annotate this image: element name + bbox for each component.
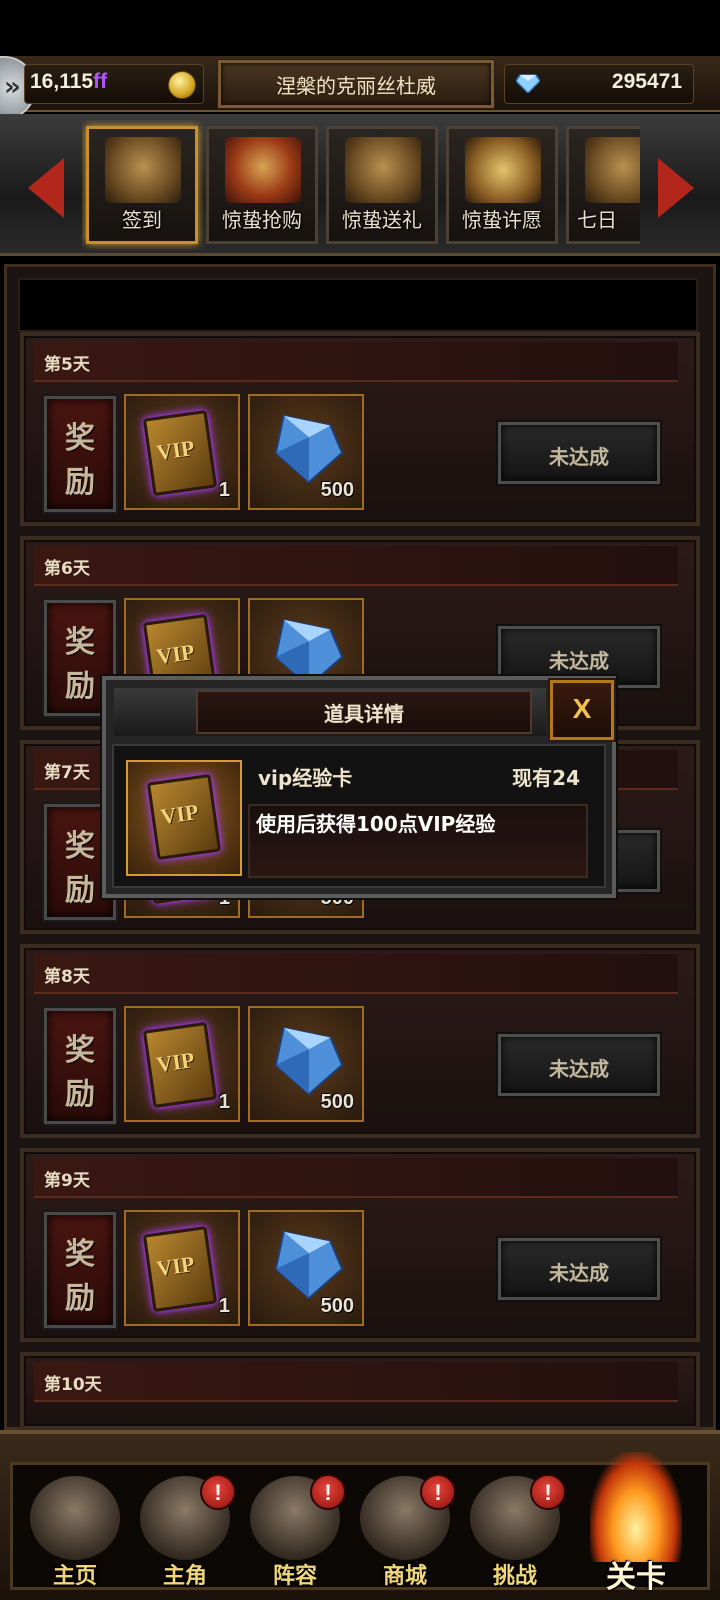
gold-coin-icon — [168, 71, 196, 99]
diamond-icon — [274, 1026, 344, 1096]
item-owned-count: 现有24 — [512, 766, 580, 790]
vip-card-slot[interactable]: VIP 1 — [124, 1006, 240, 1122]
compass-icon — [225, 137, 301, 203]
gold-amount-suffix: ff — [93, 70, 108, 93]
dialog-item-slot: VIP — [126, 760, 242, 876]
claim-status-button[interactable]: 未达成 — [496, 420, 662, 486]
nav-formation[interactable]: ! 阵容 — [240, 1472, 350, 1590]
tab-scroll-left-icon[interactable] — [28, 158, 64, 218]
day-label: 第7天 — [44, 763, 90, 783]
status-bar — [0, 0, 720, 56]
tab-label: 惊蛰许愿 — [462, 208, 542, 232]
vip-card-icon: VIP — [146, 773, 222, 861]
dialog-title: 道具详情 — [324, 702, 404, 726]
item-quantity: 500 — [320, 1295, 354, 1317]
nav-label: 关卡 — [606, 1560, 666, 1595]
vip-card-icon: VIP — [142, 1021, 218, 1109]
close-icon: X — [572, 693, 592, 724]
nav-label: 主页 — [52, 1564, 97, 1589]
alert-badge-icon: ! — [200, 1474, 236, 1510]
close-button[interactable]: X — [548, 678, 616, 742]
item-quantity: 500 — [320, 479, 354, 501]
reward-badge: 奖 励 — [42, 394, 118, 514]
item-quantity: 500 — [320, 1091, 354, 1113]
claim-status-button[interactable]: 未达成 — [496, 1032, 662, 1098]
tab-label: 惊蛰送礼 — [342, 208, 422, 232]
diamond-icon — [516, 74, 540, 93]
tab-wish[interactable]: 惊蛰许愿 — [446, 126, 558, 244]
diamond-icon — [274, 1230, 344, 1300]
nav-stage[interactable]: 关卡 — [566, 1438, 706, 1598]
badge-char: 奖 — [65, 625, 95, 660]
tab-scroll-right-icon[interactable] — [658, 158, 694, 218]
item-quantity: 1 — [218, 1295, 230, 1317]
alert-badge-icon: ! — [420, 1474, 456, 1510]
tab-strip-viewport: 签到 惊蛰抢购 惊蛰送礼 惊蛰许愿 七日 — [82, 120, 640, 250]
tab-label: 签到 — [122, 208, 162, 232]
badge-char: 奖 — [65, 1237, 95, 1272]
diamond-slot[interactable]: 500 — [248, 1210, 364, 1326]
double-chevron-left-icon: » — [4, 72, 21, 102]
badge-char: 励 — [65, 465, 95, 500]
nav-label: 阵容 — [272, 1564, 317, 1589]
reward-badge: 奖 励 — [42, 1210, 118, 1330]
player-name: 涅槃的克丽丝杜威 — [276, 74, 436, 98]
item-quantity: 1 — [218, 479, 230, 501]
nav-challenge[interactable]: ! 挑战 — [460, 1472, 570, 1590]
tab-label: 七日 — [577, 208, 617, 232]
tab-sign-in[interactable]: 签到 — [86, 126, 198, 244]
claim-status-button[interactable]: 未达成 — [496, 1236, 662, 1302]
item-quantity: 1 — [218, 1091, 230, 1113]
vip-card-icon: VIP — [142, 1225, 218, 1313]
alert-badge-icon: ! — [530, 1474, 566, 1510]
treasure-chest-icon — [465, 137, 541, 203]
nav-shop[interactable]: ! 商城 — [350, 1472, 460, 1590]
nav-label: 主角 — [162, 1564, 207, 1589]
nav-label: 挑战 — [492, 1564, 537, 1589]
nav-home[interactable]: 主页 — [20, 1472, 130, 1590]
flame-icon — [590, 1452, 682, 1562]
panel-banner — [18, 278, 698, 332]
row-header — [34, 1362, 678, 1402]
badge-char: 励 — [65, 1077, 95, 1112]
reward-row-day-8: 第8天 奖 励 VIP 1 500 未达成 — [20, 944, 700, 1138]
reward-row-day-9: 第9天 奖 励 VIP 1 500 未达成 — [20, 1148, 700, 1342]
diamond-amount: 295471 — [611, 70, 682, 93]
row-header — [34, 342, 678, 382]
day-label: 第5天 — [44, 355, 90, 375]
day-label: 第8天 — [44, 967, 90, 987]
badge-char: 励 — [65, 1281, 95, 1316]
ticket-icon — [345, 137, 421, 203]
nav-hero[interactable]: ! 主角 — [130, 1472, 240, 1590]
vip-card-icon: VIP — [142, 409, 218, 497]
gold-amount: 16,115ff — [30, 70, 108, 93]
tab-label: 惊蛰抢购 — [222, 208, 302, 232]
day-label: 第6天 — [44, 559, 90, 579]
diamond-slot[interactable]: 500 — [248, 1006, 364, 1122]
tab-seven-day[interactable]: 七日 — [566, 126, 640, 244]
row-header — [34, 546, 678, 586]
reward-badge: 奖 励 — [42, 1006, 118, 1126]
badge-char: 奖 — [65, 1033, 95, 1068]
row-header — [34, 954, 678, 994]
castle-icon — [30, 1476, 120, 1560]
day-label: 第9天 — [44, 1171, 90, 1191]
badge-char: 奖 — [65, 421, 95, 456]
reward-row-day-5: 第5天 奖 励 VIP 1 500 未达成 — [20, 332, 700, 526]
vip-card-slot[interactable]: VIP 1 — [124, 394, 240, 510]
row-header — [34, 1158, 678, 1198]
day-label: 第10天 — [44, 1375, 102, 1395]
diamond-icon — [274, 414, 344, 484]
vip-card-slot[interactable]: VIP 1 — [124, 1210, 240, 1326]
ticket-icon — [585, 137, 640, 203]
nav-label: 商城 — [382, 1564, 427, 1589]
tab-gift[interactable]: 惊蛰送礼 — [326, 126, 438, 244]
item-name: vip经验卡 — [258, 766, 353, 790]
reward-row-day-10: 第10天 — [20, 1352, 700, 1430]
scroll-checklist-icon — [105, 137, 181, 203]
alert-badge-icon: ! — [310, 1474, 346, 1510]
tab-flash-sale[interactable]: 惊蛰抢购 — [206, 126, 318, 244]
diamond-slot[interactable]: 500 — [248, 394, 364, 510]
item-description: 使用后获得100点VIP经验 — [256, 812, 496, 836]
